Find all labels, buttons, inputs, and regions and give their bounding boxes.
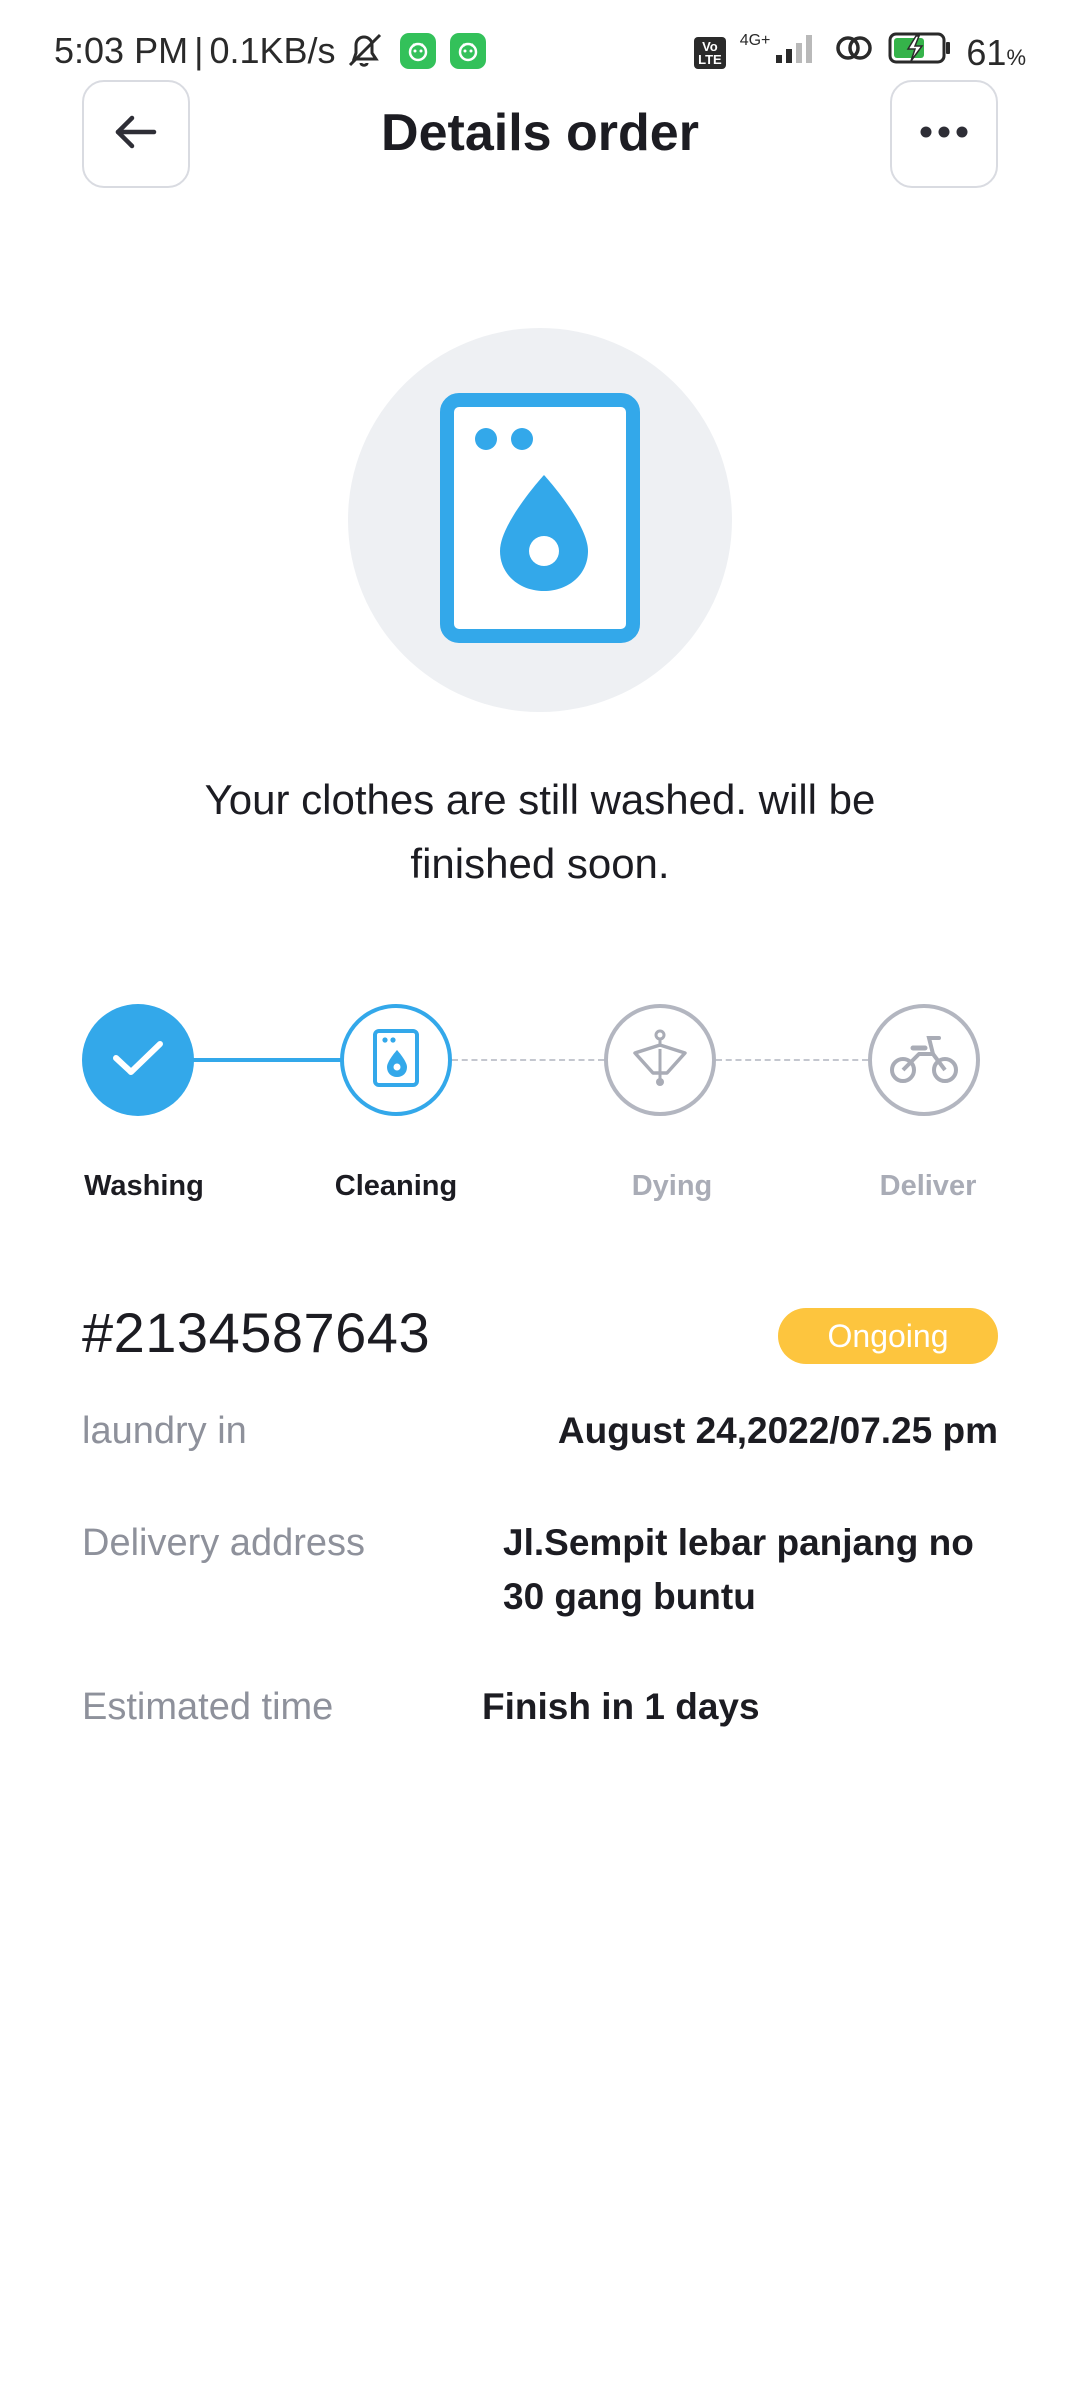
step-washing bbox=[82, 1004, 194, 1116]
signal-icon bbox=[774, 31, 820, 74]
app-notification-icon bbox=[449, 33, 486, 69]
status-badge: Ongoing bbox=[778, 1308, 998, 1364]
battery-charging-icon bbox=[888, 30, 952, 75]
step-label-deliver: Deliver bbox=[879, 1170, 977, 1202]
progress-steps: Washing Cleaning Dying Deliver bbox=[0, 1000, 1080, 1230]
check-icon bbox=[110, 1036, 166, 1085]
battery-unit: % bbox=[1006, 44, 1026, 70]
washing-machine-icon bbox=[440, 392, 640, 648]
status-message: Your clothes are still washed. will be f… bbox=[204, 776, 876, 887]
progress-track-complete bbox=[190, 1058, 346, 1062]
detail-value-estimated-time: Finish in 1 days bbox=[482, 1686, 760, 1727]
network-type: 4G+ bbox=[739, 31, 771, 49]
motorbike-icon bbox=[889, 1030, 959, 1091]
volte-icon: Vo LTE bbox=[694, 36, 726, 69]
step-label-washing: Washing bbox=[84, 1170, 204, 1202]
battery-percentage: 61% bbox=[966, 32, 1026, 74]
more-options-button[interactable] bbox=[890, 80, 998, 188]
order-id: #2134587643 bbox=[82, 1301, 431, 1364]
address-line: 30 gang buntu bbox=[503, 1576, 756, 1617]
hero-illustration bbox=[348, 328, 732, 712]
status-net-speed: 0.1KB/s bbox=[209, 30, 336, 71]
progress-track-pending bbox=[452, 1059, 604, 1061]
step-cleaning bbox=[340, 1004, 452, 1116]
step-label-cleaning: Cleaning bbox=[334, 1170, 458, 1202]
step-deliver bbox=[868, 1004, 980, 1116]
progress-track-pending bbox=[716, 1059, 868, 1061]
step-dying bbox=[604, 1004, 716, 1116]
detail-label-delivery-address: Delivery address bbox=[82, 1522, 365, 1564]
status-bar-left: 5:03 PM | 0.1KB/s bbox=[54, 30, 486, 72]
detail-label-estimated-time: Estimated time bbox=[82, 1686, 334, 1728]
mute-icon bbox=[344, 31, 386, 71]
address-line: Jl.Sempit lebar panjang no bbox=[503, 1522, 974, 1563]
detail-value-laundry-in: August 24,2022/07.25 pm bbox=[557, 1410, 998, 1451]
hotspot-link-icon bbox=[834, 31, 874, 74]
battery-value: 61 bbox=[966, 31, 1007, 73]
status-time: 5:03 PM bbox=[54, 30, 189, 71]
detail-label-laundry-in: laundry in bbox=[82, 1410, 247, 1452]
status-separator: | bbox=[194, 30, 204, 71]
washing-machine-icon bbox=[371, 1028, 421, 1093]
status-bar-right: Vo LTE 4G+ 61% bbox=[694, 30, 1026, 75]
app-notification-icon bbox=[399, 33, 436, 69]
clothes-hanger-icon bbox=[629, 1027, 691, 1094]
detail-value-delivery-address: Jl.Sempit lebar panjang no 30 gang buntu bbox=[503, 1516, 974, 1624]
step-label-dying: Dying bbox=[631, 1170, 713, 1202]
more-horizontal-icon bbox=[918, 124, 970, 145]
